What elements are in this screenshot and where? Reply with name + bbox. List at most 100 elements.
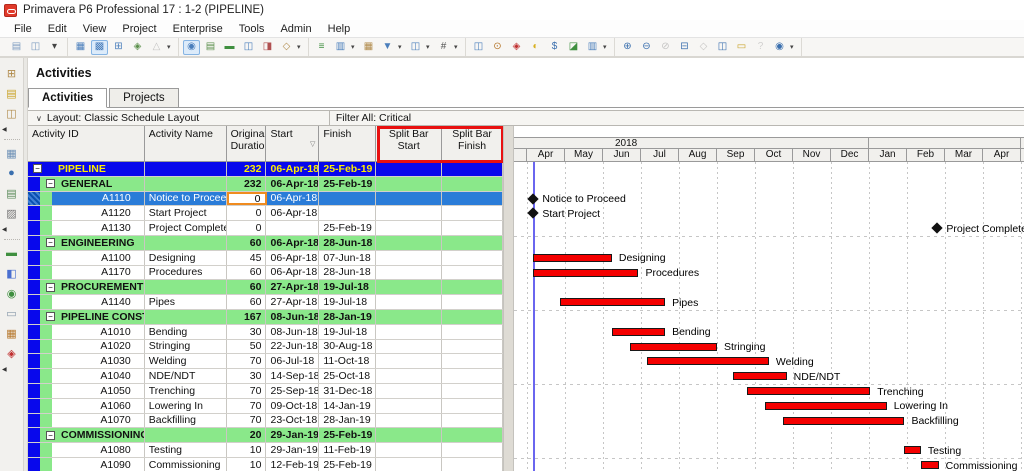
menu-item-enterprise[interactable]: Enterprise <box>165 21 231 37</box>
menu-item-edit[interactable]: Edit <box>40 21 75 37</box>
resources-icon[interactable]: ● <box>4 166 20 180</box>
column-header-start[interactable]: Start ▽ <box>266 126 320 161</box>
customize-toolbar-icon[interactable]: ▥ <box>584 40 601 55</box>
table-row-a1120[interactable]: A1120 Start Project 0 06-Apr-18 <box>28 206 503 222</box>
milestone-diamond-icon[interactable] <box>527 192 539 205</box>
table-row-procurement[interactable]: − PROCUREMENT 60 27-Apr-18 19-Jul-18 <box>28 280 503 296</box>
store-period-performance-icon[interactable]: $ <box>546 40 563 55</box>
menu-item-file[interactable]: File <box>6 21 40 37</box>
table-row-pipeline-construction[interactable]: −PIPELINE CONSTRUCTION 16708-Jun-1828-Jan… <box>28 309 503 325</box>
table-row-a1140[interactable]: A1140 Pipes 60 27-Apr-18 19-Jul-18 <box>28 295 503 310</box>
resource-usage-icon[interactable]: ◫ <box>240 40 257 55</box>
level-resources-icon[interactable]: ◈ <box>508 40 525 55</box>
table-row-a1030[interactable]: A1030 Welding 70 06-Jul-18 11-Oct-18 <box>28 354 503 370</box>
gantt-bar-a1040[interactable] <box>733 372 787 381</box>
wbs-chart-icon-dropdown[interactable]: ▾ <box>167 43 174 51</box>
activity-network-icon[interactable]: ⊞ <box>110 40 127 55</box>
gantt-view-icon[interactable]: ▩ <box>91 39 108 55</box>
gantt-bar-a1080[interactable] <box>904 446 921 455</box>
gantt-bar-a1030[interactable] <box>647 357 769 366</box>
progress-spotlight-icon[interactable]: ◐ <box>527 40 544 55</box>
filter-icon-dropdown[interactable]: ▾ <box>398 43 405 51</box>
horizontal-split-icon[interactable]: ⊟ <box>676 40 693 55</box>
roles-icon[interactable]: ◧ <box>4 266 20 280</box>
table-row-a1020[interactable]: A1020 Stringing 50 22-Jun-18 30-Aug-18 <box>28 339 503 355</box>
menu-item-admin[interactable]: Admin <box>272 21 319 37</box>
select-tool-icon[interactable]: ◇ <box>278 40 295 55</box>
tracking-icon[interactable]: ▨ <box>4 206 20 220</box>
table-row-a1050[interactable]: A1050 Trenching 70 25-Sep-18 31-Dec-18 <box>28 383 503 399</box>
projects-icon[interactable]: ▦ <box>4 146 20 160</box>
column-header-activity-id[interactable]: Activity ID <box>28 126 145 161</box>
select-tool-icon-dropdown[interactable]: ▾ <box>297 43 304 51</box>
resource-assignments-icon[interactable]: ◉ <box>4 286 20 300</box>
tab-activities[interactable]: Activities <box>28 88 108 108</box>
collapse-arrow-icon[interactable]: ◀ <box>2 226 7 233</box>
menu-item-help[interactable]: Help <box>320 21 359 37</box>
timescale-icon[interactable]: ▦ <box>360 40 377 55</box>
column-header-split-bar-start[interactable]: Split Bar Start <box>376 126 443 161</box>
collapse-icon[interactable]: − <box>46 430 55 440</box>
column-header-finish[interactable]: Finish <box>319 126 377 161</box>
table-row-a1090[interactable]: A1090 Commissioning 10 12-Feb-19 25-Feb-19 <box>28 457 503 471</box>
print-preview-icon[interactable]: ◫ <box>27 40 44 55</box>
assignments-icon[interactable]: ▬ <box>4 246 20 260</box>
table-view-icon[interactable]: ▦ <box>72 40 89 55</box>
print-icon[interactable]: ▤ <box>8 40 25 55</box>
tab-projects[interactable]: Projects <box>109 88 179 107</box>
notebook-icon[interactable]: ▭ <box>733 40 750 55</box>
trace-logic-icon[interactable]: ◈ <box>129 40 146 55</box>
table-gantt-splitter[interactable] <box>504 126 514 471</box>
milestone-diamond-icon[interactable] <box>527 207 539 220</box>
table-row-a1060[interactable]: A1060 Lowering In 70 09-Oct-18 14-Jan-19 <box>28 398 503 414</box>
table-row-a1040[interactable]: A1040 NDE/NDT 30 14-Sep-18 25-Oct-18 <box>28 369 503 384</box>
customize-toolbar-icon-dropdown[interactable]: ▾ <box>603 43 610 51</box>
table-row-pipeline[interactable]: − PIPELINE 232 06-Apr-18 25-Feb-19 <box>28 162 503 177</box>
table-row-a1100[interactable]: A1100 Designing 45 06-Apr-18 07-Jun-18 <box>28 250 503 266</box>
gantt-bar-a1100[interactable] <box>533 253 612 262</box>
zoom-100-icon[interactable]: ⊘ <box>657 40 674 55</box>
gantt-bar-a1140[interactable] <box>559 298 666 307</box>
columns-icon[interactable]: ▥ <box>332 40 349 55</box>
columns-icon-dropdown[interactable]: ▾ <box>351 43 358 51</box>
table-row-a1170[interactable]: A1170 Procedures 60 06-Apr-18 28-Jun-18 <box>28 265 503 281</box>
column-header-activity-name[interactable]: Activity Name <box>145 126 227 161</box>
filter-icon[interactable]: ▼ <box>379 40 396 55</box>
online-help-icon[interactable]: ◉ <box>771 40 788 55</box>
collapse-icon[interactable]: − <box>33 164 42 174</box>
layout-options-bar[interactable]: ∨ Layout: Classic Schedule Layout Filter… <box>28 110 1024 126</box>
spreadsheet-icon[interactable]: ▤ <box>202 40 219 55</box>
gantt-bar-a1010[interactable] <box>611 327 666 336</box>
gantt-bar-a1090[interactable] <box>920 461 939 469</box>
table-row-commissioning[interactable]: − COMMISSIONING 20 29-Jan-19 25-Feb-19 <box>28 428 503 444</box>
show-details-icon[interactable]: ◉ <box>183 39 200 55</box>
bars-layout-icon[interactable]: ≡ <box>313 40 330 55</box>
collapse-arrow-icon[interactable]: ◀ <box>2 366 7 373</box>
collapse-icon[interactable]: − <box>46 312 55 322</box>
line-numbers-icon[interactable]: # <box>435 40 452 55</box>
gantt-bar-a1070[interactable] <box>782 416 905 425</box>
zoom-in-icon[interactable]: ⊕ <box>619 40 636 55</box>
table-row-a1110[interactable]: A1110 Notice to Proceed 0 06-Apr-18 <box>28 191 503 207</box>
group-sort-icon-dropdown[interactable]: ▾ <box>426 43 433 51</box>
line-numbers-icon-dropdown[interactable]: ▾ <box>454 43 461 51</box>
collapse-icon[interactable]: − <box>46 238 55 248</box>
online-help-icon-dropdown[interactable]: ▾ <box>790 43 797 51</box>
table-row-a1080[interactable]: A1080 Testing 10 29-Jan-19 11-Feb-19 <box>28 443 503 458</box>
timescale[interactable]: 2018 Apr May Jun Jul Aug Sep Oct Nov Dec Jan Feb Mar… <box>514 126 1024 162</box>
update-progress-icon[interactable]: ◪ <box>565 40 582 55</box>
schedule-icon[interactable]: ⊙ <box>489 40 506 55</box>
menu-item-tools[interactable]: Tools <box>231 21 273 37</box>
expenses-icon[interactable]: ▦ <box>4 326 20 340</box>
group-sort-icon[interactable]: ◫ <box>407 40 424 55</box>
wbs-chart-icon[interactable]: △ <box>148 40 165 55</box>
gantt-bar-a1020[interactable] <box>629 342 717 351</box>
group-overflow-arrow-icon[interactable]: ▾ <box>46 40 63 55</box>
risks-icon[interactable]: ◈ <box>4 346 20 360</box>
gantt-bar-a1050[interactable] <box>747 387 871 395</box>
column-header-original-duration[interactable]: Original Duration <box>227 126 267 161</box>
reports-icon[interactable]: ▤ <box>4 186 20 200</box>
gantt-bar-a1060[interactable] <box>765 401 887 410</box>
open-project-icon[interactable]: ▤ <box>4 86 20 100</box>
table-row-a1070[interactable]: A1070 Backfilling 70 23-Oct-18 28-Jan-19 <box>28 413 503 429</box>
